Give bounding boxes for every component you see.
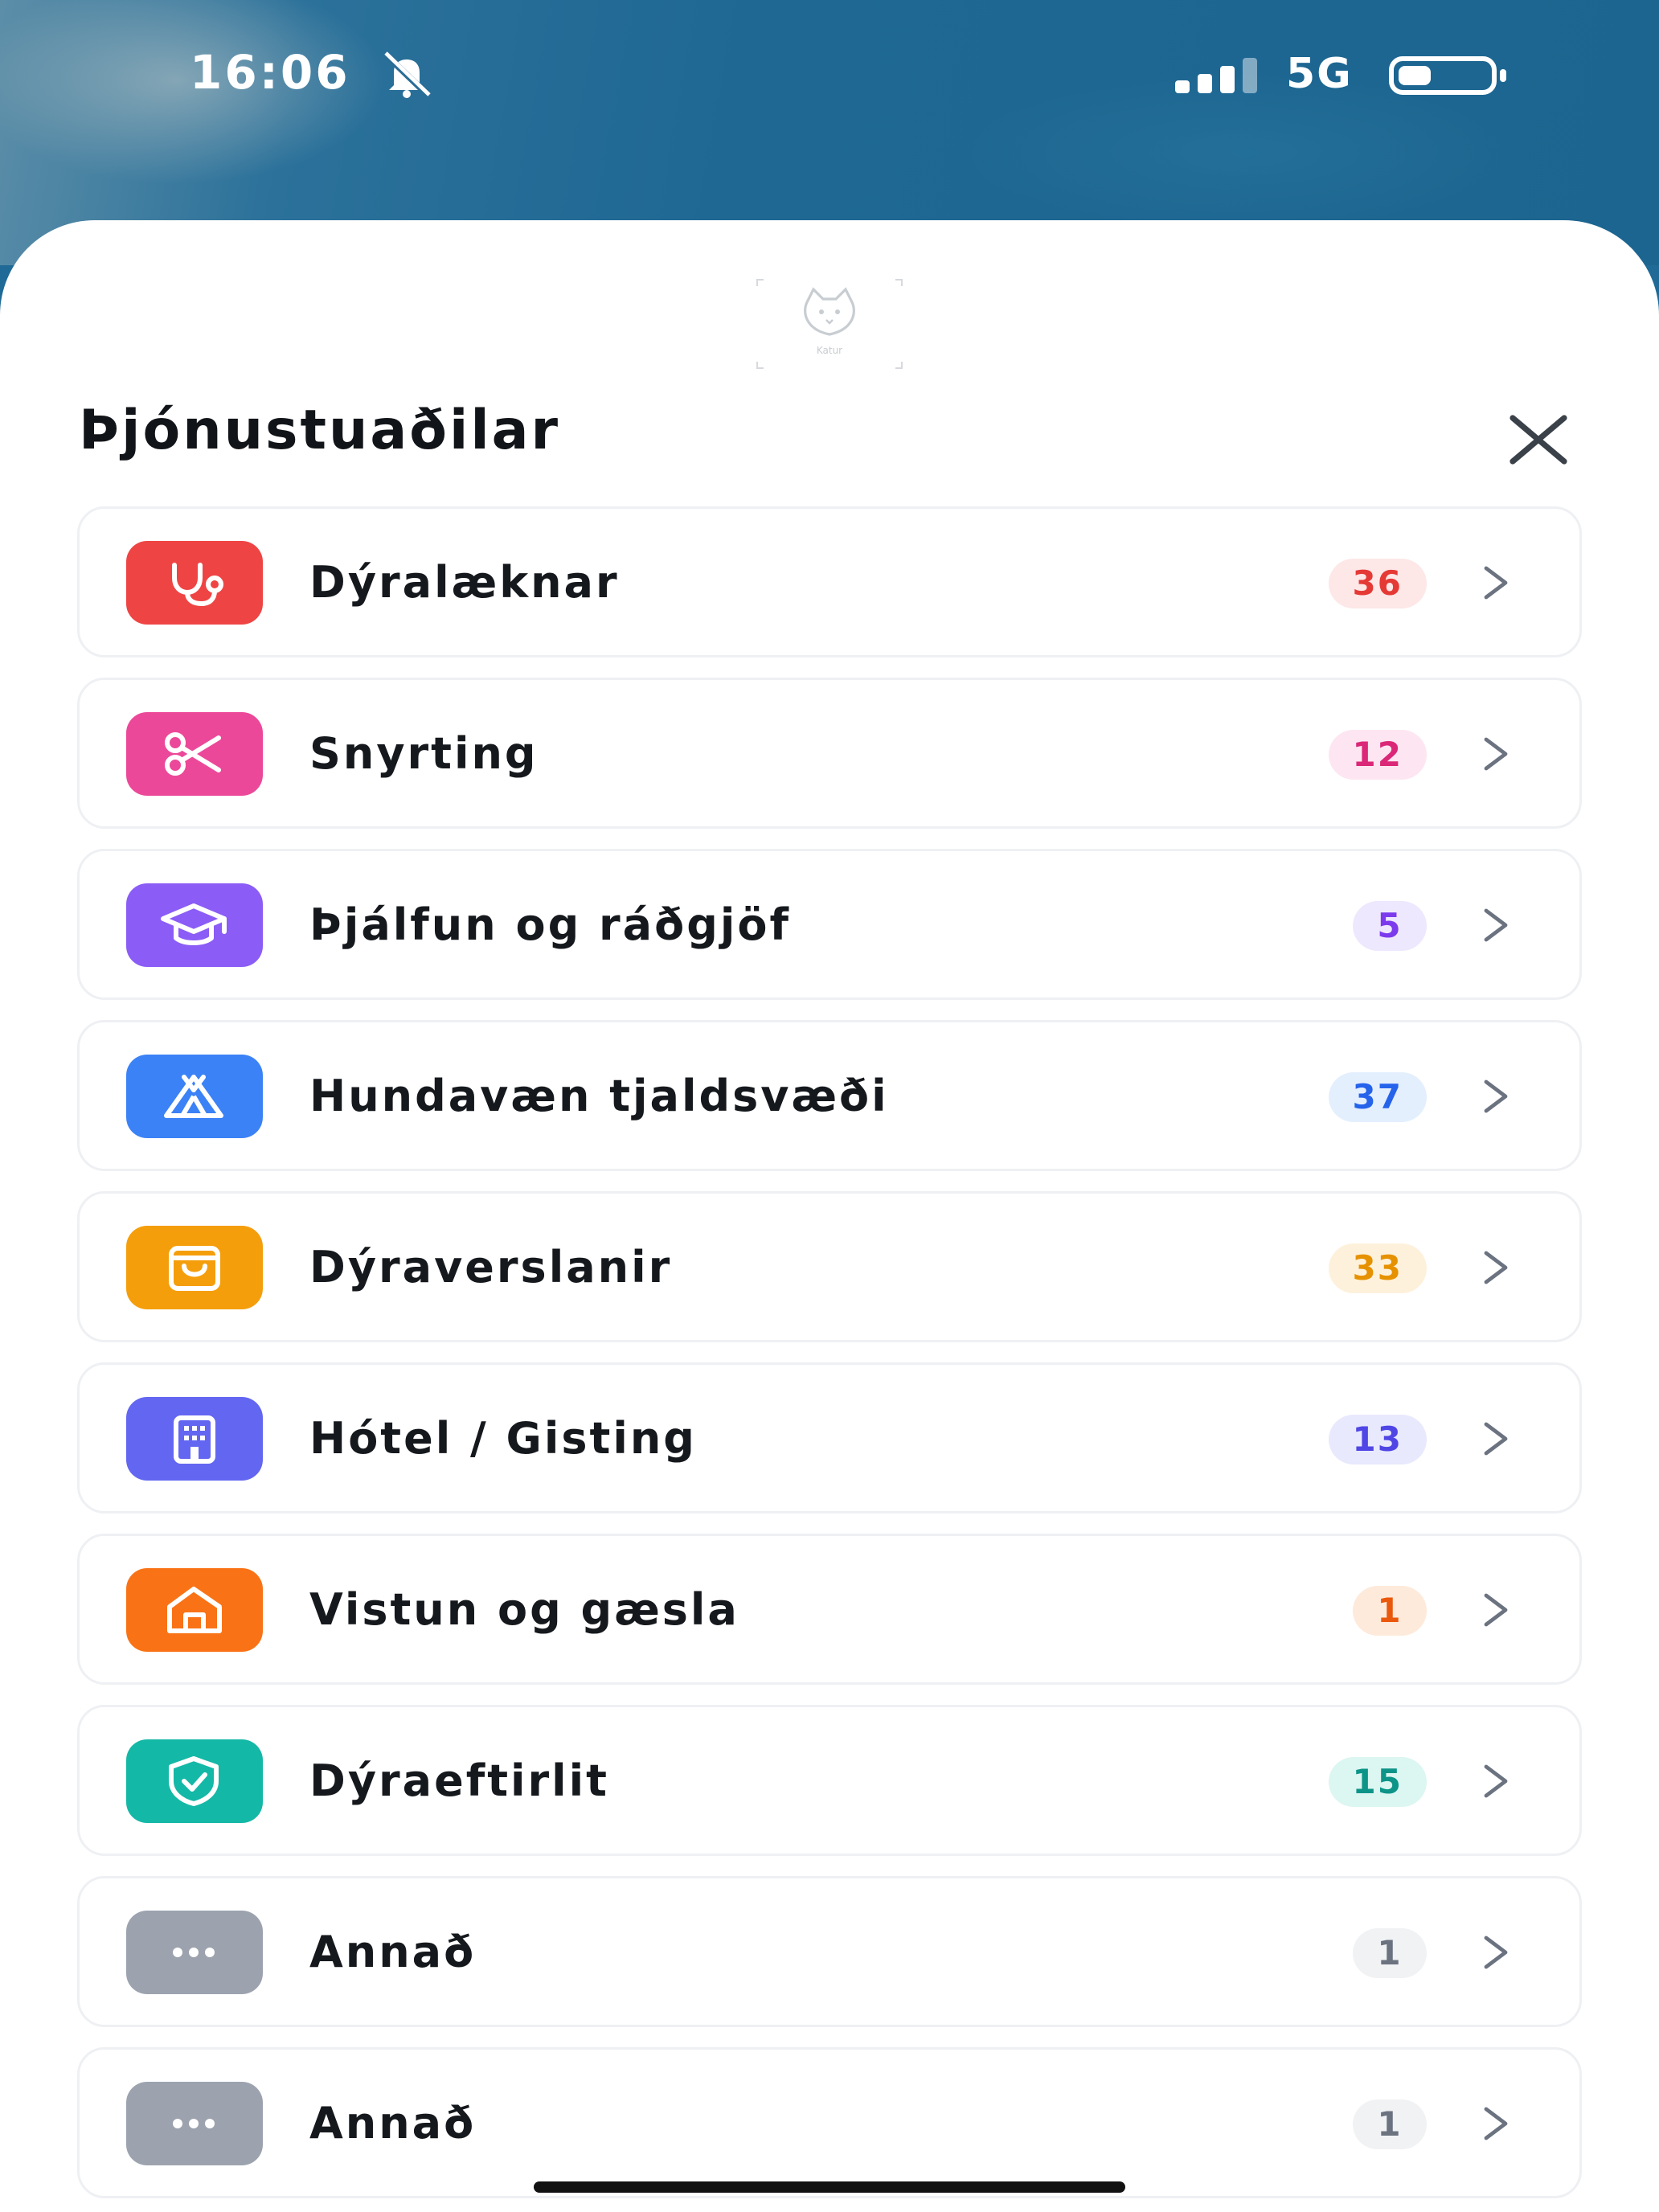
- home-indicator[interactable]: [534, 2181, 1125, 2193]
- category-label: Hótel / Gisting: [309, 1413, 697, 1464]
- stethoscope-icon: [126, 541, 263, 625]
- category-label: Dýraverslanir: [309, 1242, 673, 1292]
- graduation-cap-icon: [126, 883, 263, 967]
- logo-text: Katur: [817, 345, 842, 356]
- chevron-right-icon: [1484, 1764, 1508, 1798]
- category-row-annad[interactable]: Annað 1: [77, 1876, 1582, 2027]
- count-badge: 12: [1328, 730, 1427, 780]
- category-label: Hundavæn tjaldsvæði: [309, 1071, 889, 1121]
- category-label: Annað: [309, 1927, 477, 1977]
- category-row-annad-2[interactable]: Annað 1: [77, 2047, 1582, 2198]
- katur-logo: Katur: [756, 279, 903, 369]
- category-label: Þjálfun og ráðgjöf: [309, 899, 791, 950]
- category-row-dyraverslanir[interactable]: Dýraverslanir 33: [77, 1191, 1582, 1342]
- chevron-right-icon: [1484, 1593, 1508, 1627]
- home-icon: [126, 1568, 263, 1652]
- category-row-tjaldsvaedi[interactable]: Hundavæn tjaldsvæði 37: [77, 1020, 1582, 1171]
- chevron-right-icon: [1484, 2107, 1508, 2140]
- battery-icon: [1389, 56, 1506, 95]
- bell-off-icon: [383, 51, 432, 98]
- shield-check-icon: [126, 1739, 263, 1823]
- category-label: Dýralæknar: [309, 557, 620, 608]
- category-row-hotel[interactable]: Hótel / Gisting 13: [77, 1362, 1582, 1514]
- chevron-right-icon: [1484, 908, 1508, 942]
- count-badge: 1: [1353, 1928, 1427, 1978]
- more-dots-icon: [126, 2082, 263, 2165]
- category-label: Annað: [309, 2098, 477, 2149]
- scissors-icon: [126, 712, 263, 796]
- bottom-sheet: Katur Þjónustuaðilar Dýralæknar 36 Snyrt…: [0, 220, 1659, 2212]
- tent-icon: [126, 1055, 263, 1138]
- category-row-dyraeftirlit[interactable]: Dýraeftirlit 15: [77, 1705, 1582, 1856]
- count-badge: 37: [1328, 1072, 1427, 1122]
- category-label: Dýraeftirlit: [309, 1755, 609, 1806]
- close-icon[interactable]: [1503, 403, 1575, 476]
- category-row-vistun[interactable]: Vistun og gæsla 1: [77, 1534, 1582, 1685]
- category-row-dyralaeknar[interactable]: Dýralæknar 36: [77, 506, 1582, 657]
- category-label: Snyrting: [309, 728, 539, 779]
- chevron-right-icon: [1484, 566, 1508, 600]
- count-badge: 33: [1328, 1243, 1427, 1293]
- more-dots-icon: [126, 1911, 263, 1994]
- network-type: 5G: [1286, 50, 1353, 98]
- page-title: Þjónustuaðilar: [79, 399, 561, 462]
- status-bar: 16:06 5G: [0, 0, 1659, 153]
- count-badge: 15: [1328, 1757, 1427, 1807]
- chevron-right-icon: [1484, 1936, 1508, 1969]
- building-icon: [126, 1397, 263, 1481]
- category-label: Vistun og gæsla: [309, 1584, 739, 1635]
- chevron-right-icon: [1484, 1422, 1508, 1456]
- shopping-bag-icon: [126, 1226, 263, 1309]
- category-row-thjalfun[interactable]: Þjálfun og ráðgjöf 5: [77, 849, 1582, 1000]
- chevron-right-icon: [1484, 1251, 1508, 1284]
- category-row-snyrting[interactable]: Snyrting 12: [77, 678, 1582, 829]
- chevron-right-icon: [1484, 737, 1508, 771]
- count-badge: 5: [1353, 901, 1427, 951]
- status-time: 16:06: [190, 45, 350, 100]
- chevron-right-icon: [1484, 1079, 1508, 1113]
- count-badge: 13: [1328, 1415, 1427, 1464]
- count-badge: 36: [1328, 559, 1427, 608]
- count-badge: 1: [1353, 1586, 1427, 1636]
- signal-icon: [1175, 58, 1257, 93]
- count-badge: 1: [1353, 2099, 1427, 2149]
